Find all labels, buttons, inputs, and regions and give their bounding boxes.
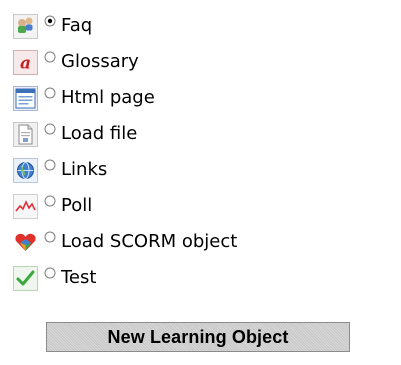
load-file-label: Load file xyxy=(61,123,138,144)
option-faq[interactable]: Faq xyxy=(13,8,353,44)
load-file-radio[interactable] xyxy=(44,123,56,135)
new-learning-object-label: New Learning Object xyxy=(107,326,289,347)
poll-label: Poll xyxy=(61,195,93,216)
faq-radio[interactable] xyxy=(44,15,56,27)
test-label: Test xyxy=(61,267,97,288)
links-radio[interactable] xyxy=(44,159,56,171)
faq-label: Faq xyxy=(61,15,93,36)
html-page-label: Html page xyxy=(61,87,155,108)
load-scorm-object-label: Load SCORM object xyxy=(61,231,238,252)
scorm-object-icon xyxy=(13,229,38,255)
html-page-radio[interactable] xyxy=(44,87,56,99)
glossary-letter-icon: a xyxy=(13,49,38,75)
html-page-icon xyxy=(13,85,38,111)
test-radio[interactable] xyxy=(44,267,56,279)
poll-chart-icon xyxy=(13,193,38,219)
option-glossary[interactable]: a Glossary xyxy=(13,44,353,80)
option-load-file[interactable]: Load file xyxy=(13,116,353,152)
poll-radio[interactable] xyxy=(44,195,56,207)
option-html-page[interactable]: Html page xyxy=(13,80,353,116)
faq-people-icon xyxy=(13,13,38,39)
load-file-icon xyxy=(13,121,38,147)
glossary-label: Glossary xyxy=(61,51,139,72)
links-label: Links xyxy=(61,159,108,180)
option-load-scorm-object[interactable]: Load SCORM object xyxy=(13,224,353,260)
option-links[interactable]: Links xyxy=(13,152,353,188)
svg-text:a: a xyxy=(20,53,31,73)
new-learning-object-button[interactable]: New Learning Object xyxy=(46,322,350,352)
option-poll[interactable]: Poll xyxy=(13,188,353,224)
learning-object-type-list: Faq a Glossary Html page Load file Links… xyxy=(13,8,353,296)
glossary-radio[interactable] xyxy=(44,51,56,63)
option-test[interactable]: Test xyxy=(13,260,353,296)
test-check-icon xyxy=(13,265,38,291)
load-scorm-object-radio[interactable] xyxy=(44,231,56,243)
links-globe-icon xyxy=(13,157,38,183)
